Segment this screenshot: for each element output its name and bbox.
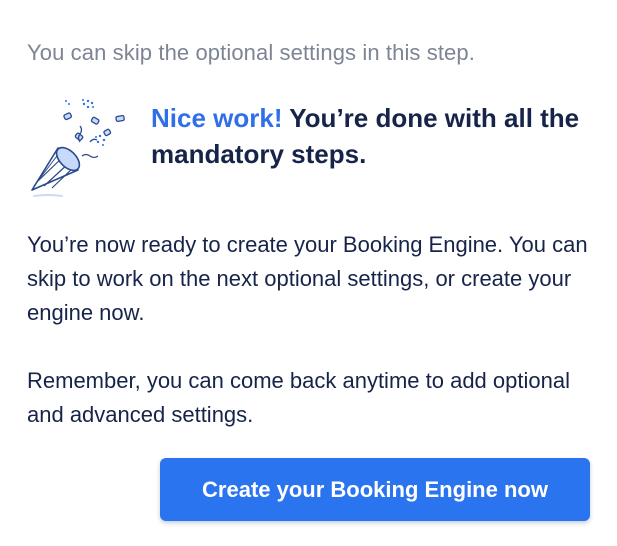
optional-settings-hint: You can skip the optional settings in th…: [27, 40, 475, 65]
ready-paragraph: You’re now ready to create your Booking …: [27, 232, 588, 325]
completion-headline: Nice work! You’re done with all the mand…: [151, 100, 601, 172]
remember-paragraph: Remember, you can come back anytime to a…: [27, 368, 570, 427]
create-booking-engine-button[interactable]: Create your Booking Engine now: [160, 458, 590, 521]
party-popper-icon: [31, 99, 125, 197]
headline-accent: Nice work!: [151, 103, 283, 133]
